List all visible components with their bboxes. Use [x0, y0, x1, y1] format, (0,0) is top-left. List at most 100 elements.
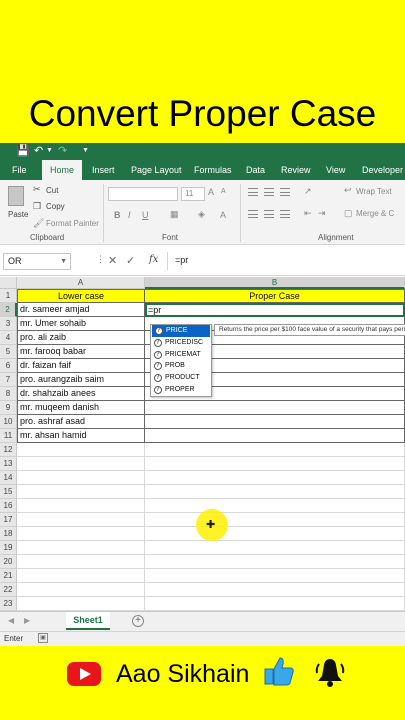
name-cell[interactable]: pro. ashraf asad [17, 415, 145, 429]
autocomplete-item[interactable]: f PRICEMAT [151, 349, 211, 361]
row-header[interactable]: 13 [0, 457, 17, 471]
sheet-tab-sheet1[interactable]: Sheet1 [66, 612, 110, 630]
row-header[interactable]: 22 [0, 583, 17, 597]
proper-case-cell[interactable] [145, 429, 405, 443]
name-cell[interactable]: mr. muqeem danish [17, 401, 145, 415]
empty-cell[interactable] [17, 471, 145, 485]
tab-insert[interactable]: Insert [92, 160, 115, 180]
empty-cell[interactable] [17, 541, 145, 555]
decrease-font-icon[interactable]: A [221, 188, 226, 195]
tab-file[interactable]: File [12, 160, 27, 180]
paste-icon[interactable] [8, 186, 24, 206]
empty-cell[interactable] [145, 541, 405, 555]
empty-cell[interactable] [17, 597, 145, 611]
redo-icon[interactable]: ↷ [58, 144, 67, 157]
empty-cell[interactable] [17, 443, 145, 457]
increase-indent-icon[interactable]: ⇥ [318, 208, 326, 219]
row-header[interactable]: 2 [0, 303, 17, 317]
font-name-select[interactable] [108, 187, 178, 201]
macro-record-icon[interactable]: ▣ [38, 633, 48, 643]
empty-cell[interactable] [145, 555, 405, 569]
row-header[interactable]: 19 [0, 541, 17, 555]
row-header[interactable]: 8 [0, 387, 17, 401]
row-header[interactable]: 23 [0, 597, 17, 611]
font-size-select[interactable]: 11 [181, 187, 205, 201]
align-bottom-icon[interactable] [280, 188, 290, 196]
prev-sheet-icon[interactable]: ◀ [8, 616, 14, 625]
tab-review[interactable]: Review [281, 160, 311, 180]
autocomplete-dropdown[interactable]: f PRICE f PRICEDISC f PRICEMAT f PROB f PRODU… [150, 324, 212, 397]
column-header-a[interactable]: A [17, 277, 145, 289]
proper-case-cell[interactable] [145, 401, 405, 415]
row-header[interactable]: 12 [0, 443, 17, 457]
empty-cell[interactable] [145, 597, 405, 611]
tab-data[interactable]: Data [246, 160, 265, 180]
autocomplete-item[interactable]: f PRICEDISC [151, 337, 211, 349]
orientation-icon[interactable]: ↗ [304, 186, 312, 197]
customize-qat-icon[interactable]: ▼ [82, 147, 89, 154]
empty-cell[interactable] [17, 457, 145, 471]
font-color-button[interactable]: A [220, 210, 226, 220]
formula-input[interactable]: =pr [175, 255, 188, 265]
row-header[interactable]: 15 [0, 485, 17, 499]
name-cell[interactable]: mr. farooq babar [17, 345, 145, 359]
name-cell[interactable]: dr. faizan faif [17, 359, 145, 373]
active-cell[interactable]: =pr [145, 303, 405, 317]
autocomplete-item[interactable]: f PROPER [151, 384, 211, 396]
align-center-icon[interactable] [264, 210, 274, 218]
row-header[interactable]: 18 [0, 527, 17, 541]
row-header[interactable]: 21 [0, 569, 17, 583]
borders-icon[interactable]: ▦ [170, 209, 179, 220]
empty-cell[interactable] [145, 443, 405, 457]
autocomplete-item[interactable]: f PROB [151, 360, 211, 372]
empty-cell[interactable] [17, 499, 145, 513]
tab-formulas[interactable]: Formulas [194, 160, 232, 180]
name-cell[interactable]: dr. sameer amjad [17, 303, 145, 317]
bold-button[interactable]: B [114, 210, 121, 220]
empty-cell[interactable] [17, 513, 145, 527]
worksheet-grid[interactable]: A B 1 Lower case Proper Case 2 dr. sameer am… [0, 277, 405, 611]
empty-cell[interactable] [17, 569, 145, 583]
autocomplete-item[interactable]: f PRODUCT [151, 372, 211, 384]
row-header[interactable]: 3 [0, 317, 17, 331]
empty-cell[interactable] [145, 499, 405, 513]
row-header[interactable]: 1 [0, 289, 17, 303]
increase-font-icon[interactable]: A [208, 187, 214, 197]
name-cell[interactable]: mr. Umer sohaib [17, 317, 145, 331]
empty-cell[interactable] [145, 583, 405, 597]
italic-button[interactable]: I [128, 210, 131, 220]
insert-function-button[interactable]: fx [149, 254, 158, 265]
proper-case-cell[interactable] [145, 415, 405, 429]
align-left-icon[interactable] [248, 210, 258, 218]
empty-cell[interactable] [145, 569, 405, 583]
underline-button[interactable]: U [142, 210, 149, 220]
row-header[interactable]: 17 [0, 513, 17, 527]
align-top-icon[interactable] [248, 188, 258, 196]
empty-cell[interactable] [17, 583, 145, 597]
empty-cell[interactable] [145, 513, 405, 527]
save-icon[interactable]: 💾 [16, 144, 30, 157]
align-right-icon[interactable] [280, 210, 290, 218]
empty-cell[interactable] [17, 527, 145, 541]
name-cell[interactable]: dr. shahzaib anees [17, 387, 145, 401]
name-cell[interactable]: mr. ahsan hamid [17, 429, 145, 443]
empty-cell[interactable] [17, 485, 145, 499]
row-header[interactable]: 11 [0, 429, 17, 443]
row-header[interactable]: 9 [0, 401, 17, 415]
merge-center-button[interactable]: Merge & C [356, 209, 394, 218]
name-box[interactable]: OR ▼ [3, 253, 71, 270]
tab-page-layout[interactable]: Page Layout [131, 160, 182, 180]
tab-home[interactable]: Home [42, 160, 83, 180]
chevron-down-icon[interactable]: ▼ [60, 254, 67, 269]
name-cell[interactable]: pro. aurangzaib saim [17, 373, 145, 387]
cancel-formula-button[interactable]: ✕ [108, 254, 117, 267]
align-middle-icon[interactable] [264, 188, 274, 196]
wrap-text-button[interactable]: Wrap Text [356, 187, 392, 196]
copy-button[interactable]: Copy [46, 202, 65, 211]
row-header[interactable]: 5 [0, 345, 17, 359]
table-header-cell[interactable]: Lower case [17, 289, 145, 303]
row-header[interactable]: 14 [0, 471, 17, 485]
row-header[interactable]: 6 [0, 359, 17, 373]
name-cell[interactable]: pro. ali zaib [17, 331, 145, 345]
empty-cell[interactable] [17, 555, 145, 569]
